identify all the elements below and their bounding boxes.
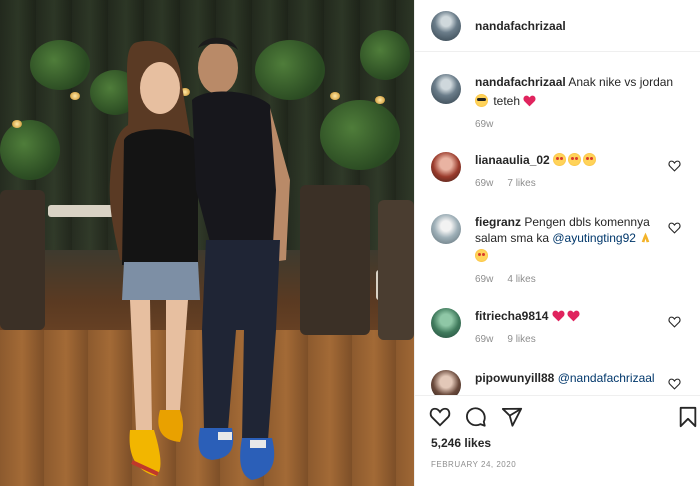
- star-struck-emoji-icon: [475, 249, 488, 262]
- caption-row: nandafachrizaal Anak nike vs jordan tete…: [431, 74, 693, 133]
- star-struck-emoji-icon: [568, 153, 582, 166]
- comment-like-heart-icon[interactable]: [668, 222, 681, 234]
- comment-body: fiegranz Pengen dbls komennya salam sma …: [475, 214, 675, 288]
- comment-likes[interactable]: 9 likes: [507, 332, 535, 348]
- comment-likes[interactable]: 7 likes: [507, 176, 535, 192]
- caption-username[interactable]: nandafachrizaal: [475, 75, 566, 89]
- commenter-avatar[interactable]: [431, 214, 461, 244]
- comment-meta: 69w 7 likes: [475, 176, 675, 192]
- photo-couple-figure: [109, 37, 290, 480]
- comment-time[interactable]: 69w: [475, 176, 493, 192]
- comment-username[interactable]: fitriecha9814: [475, 309, 548, 323]
- comment-body: fitriecha9814 69w 9 likes: [475, 308, 675, 348]
- owner-username[interactable]: nandafachrizaal: [475, 19, 566, 33]
- photo-lamp: [375, 96, 385, 104]
- comment-time[interactable]: 69w: [475, 272, 493, 288]
- comment-mention-link[interactable]: @nandafachrizaal: [558, 371, 655, 385]
- photo-lamp: [330, 92, 340, 100]
- post-detail-panel: nandafachrizaal nandafachrizaal Anak nik…: [414, 0, 700, 486]
- post-actions: 5,246 likes FEBRUARY 24, 2020: [415, 395, 700, 486]
- comment-bubble-icon[interactable]: [465, 406, 487, 428]
- photo-plant: [30, 40, 90, 90]
- photo-chair: [300, 185, 370, 335]
- likes-count[interactable]: 5,246 likes: [431, 436, 491, 450]
- comment-username[interactable]: lianaaulia_02: [475, 153, 550, 167]
- commenter-avatar[interactable]: [431, 308, 461, 338]
- comment-body: lianaaulia_02 69w 7 likes: [475, 152, 675, 192]
- photo-chair: [0, 190, 45, 330]
- comment-time[interactable]: 69w: [475, 332, 493, 348]
- caption-text: Anak nike vs jordan: [568, 75, 674, 89]
- comment-row: fitriecha9814 69w 9 likes: [431, 308, 693, 348]
- owner-avatar[interactable]: [431, 10, 461, 41]
- comment-username[interactable]: pipowunyill88: [475, 371, 554, 385]
- comment-username[interactable]: fiegranz: [475, 215, 521, 229]
- post-date[interactable]: FEBRUARY 24, 2020: [431, 460, 516, 469]
- star-struck-emoji-icon: [583, 153, 597, 166]
- comment-like-heart-icon[interactable]: [668, 316, 681, 328]
- comment-meta: 69w 9 likes: [475, 332, 675, 348]
- comment-meta: 69w 4 likes: [475, 272, 675, 288]
- like-heart-icon[interactable]: [429, 406, 451, 428]
- comment-like-heart-icon[interactable]: [668, 378, 681, 390]
- comment-likes[interactable]: 4 likes: [507, 272, 535, 288]
- caption-avatar[interactable]: [431, 74, 461, 104]
- red-heart-emoji-icon: [523, 95, 536, 107]
- caption-body: nandafachrizaal Anak nike vs jordan tete…: [475, 74, 675, 133]
- photo-lamp: [70, 92, 80, 100]
- comments-list[interactable]: nandafachrizaal Anak nike vs jordan tete…: [415, 52, 700, 395]
- comment-body: pipowunyill88 @nandafachrizaal: [475, 370, 675, 395]
- folded-hands-emoji-icon: [642, 232, 650, 243]
- caption-text-2: teteh: [493, 94, 521, 108]
- comment-row: fiegranz Pengen dbls komennya salam sma …: [431, 214, 693, 288]
- red-heart-emoji-icon: [567, 310, 580, 322]
- photo-lamp: [12, 120, 22, 128]
- caption-time[interactable]: 69w: [475, 117, 493, 133]
- comment-row: pipowunyill88 @nandafachrizaal: [431, 370, 693, 395]
- photo-plant: [360, 30, 410, 80]
- photo-plant: [320, 100, 400, 170]
- bookmark-save-icon[interactable]: [677, 406, 699, 428]
- comment-mention-link[interactable]: @ayutingting92: [552, 231, 636, 245]
- star-struck-emoji-icon: [553, 153, 567, 166]
- red-heart-emoji-icon: [552, 310, 565, 322]
- commenter-avatar[interactable]: [431, 152, 461, 182]
- sunglasses-emoji-icon: [475, 94, 488, 107]
- paper-plane-share-icon[interactable]: [501, 406, 523, 428]
- caption-meta: 69w: [475, 117, 675, 133]
- commenter-avatar[interactable]: [431, 370, 461, 395]
- photo-chair: [378, 200, 414, 340]
- post-photo[interactable]: [0, 0, 414, 486]
- photo-plant: [0, 120, 60, 180]
- comment-like-heart-icon[interactable]: [668, 160, 681, 172]
- post-header: nandafachrizaal: [415, 0, 700, 52]
- comment-row: lianaaulia_02 69w 7 likes: [431, 152, 693, 192]
